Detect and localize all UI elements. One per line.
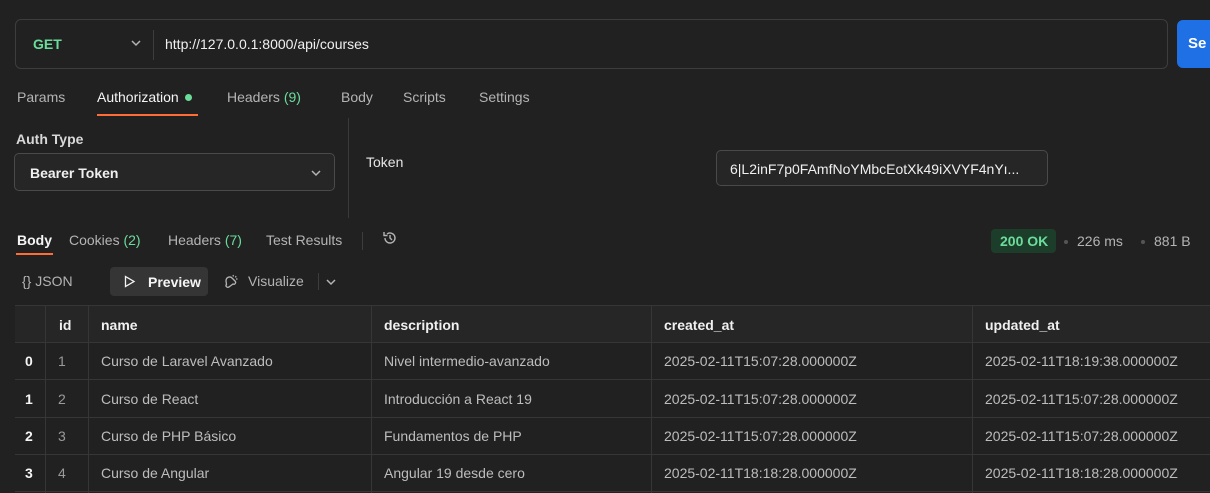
- response-size[interactable]: 881 B: [1154, 233, 1191, 249]
- column-header-updated-at: updated_at: [985, 317, 1060, 333]
- tab-headers[interactable]: Headers (9): [227, 89, 301, 105]
- table-row: 2 3 Curso de PHP Básico Fundamentos de P…: [15, 418, 1210, 455]
- tab-label: Headers: [168, 232, 221, 248]
- toolbar-divider: [318, 273, 319, 290]
- url-divider: [153, 30, 154, 60]
- url-input[interactable]: http://127.0.0.1:8000/api/courses: [165, 36, 369, 52]
- cell-created-at: 2025-02-11T18:18:28.000000Z: [664, 465, 857, 481]
- method-select[interactable]: GET: [33, 36, 62, 52]
- tab-label: Headers: [227, 89, 280, 105]
- tab-label: Authorization: [97, 89, 179, 105]
- cell-description: Fundamentos de PHP: [384, 428, 522, 444]
- auth-type-value: Bearer Token: [30, 165, 119, 181]
- cell-name: Curso de PHP Básico: [101, 428, 237, 444]
- tab-count: (7): [224, 232, 242, 248]
- response-time[interactable]: 226 ms: [1077, 233, 1123, 249]
- token-label: Token: [366, 154, 404, 170]
- row-index: 2: [25, 428, 33, 444]
- separator-dot: [1141, 240, 1145, 244]
- tab-count: (2): [123, 232, 141, 248]
- visualize-button[interactable]: Visualize: [248, 273, 304, 289]
- row-index: 0: [25, 353, 33, 369]
- cell-name: Curso de Laravel Avanzado: [101, 353, 273, 369]
- json-label: JSON: [35, 273, 73, 289]
- tab-response-headers[interactable]: Headers (7): [168, 232, 242, 248]
- json-format-button[interactable]: {} JSON: [22, 273, 73, 289]
- column-header-id: id: [59, 317, 72, 333]
- column-header-created-at: created_at: [664, 317, 735, 333]
- tab-label: Cookies: [69, 232, 120, 248]
- cell-id: 2: [58, 391, 66, 407]
- cell-updated-at: 2025-02-11T15:07:28.000000Z: [985, 428, 1178, 444]
- column-header-name: name: [101, 317, 138, 333]
- cell-description: Angular 19 desde cero: [384, 465, 525, 481]
- preview-button[interactable]: Preview: [110, 267, 208, 296]
- cell-created-at: 2025-02-11T15:07:28.000000Z: [664, 391, 857, 407]
- cell-updated-at: 2025-02-11T18:18:28.000000Z: [985, 465, 1178, 481]
- cell-created-at: 2025-02-11T15:07:28.000000Z: [664, 428, 857, 444]
- auth-type-label: Auth Type: [16, 131, 84, 147]
- tab-body[interactable]: Body: [341, 89, 373, 105]
- token-value: 6|L2inF7p0FAmfNoYMbcEotXk49iXVYF4nYı...: [730, 161, 1020, 177]
- table-row: 3 4 Curso de Angular Angular 19 desde ce…: [15, 455, 1210, 492]
- cell-name: Curso de Angular: [101, 465, 210, 481]
- active-tab-indicator: [16, 253, 53, 255]
- tab-cookies[interactable]: Cookies (2): [69, 232, 141, 248]
- tab-scripts[interactable]: Scripts: [403, 89, 446, 105]
- tab-authorization[interactable]: Authorization: [97, 89, 192, 105]
- table-row: 0 1 Curso de Laravel Avanzado Nivel inte…: [15, 343, 1210, 380]
- auth-type-select[interactable]: Bearer Token: [14, 153, 335, 191]
- cell-id: 3: [58, 428, 66, 444]
- chevron-down-icon[interactable]: [130, 37, 142, 49]
- url-bar: GET http://127.0.0.1:8000/api/courses: [15, 19, 1168, 69]
- visualize-icon[interactable]: [223, 273, 240, 290]
- table-header: id name description created_at updated_a…: [15, 305, 1210, 343]
- active-tab-indicator: [97, 114, 198, 116]
- preview-label: Preview: [148, 274, 201, 290]
- tab-divider: [362, 232, 363, 250]
- braces-icon: {}: [22, 273, 32, 289]
- tab-count: (9): [283, 89, 301, 105]
- tab-response-body[interactable]: Body: [17, 232, 52, 248]
- separator-dot: [1064, 240, 1068, 244]
- auth-divider: [348, 118, 349, 218]
- cell-created-at: 2025-02-11T15:07:28.000000Z: [664, 353, 857, 369]
- send-button[interactable]: Se: [1177, 20, 1210, 68]
- cell-name: Curso de React: [101, 391, 199, 407]
- token-input[interactable]: 6|L2inF7p0FAmfNoYMbcEotXk49iXVYF4nYı...: [716, 150, 1048, 186]
- chevron-down-icon[interactable]: [325, 276, 337, 288]
- cell-description: Nivel intermedio-avanzado: [384, 353, 550, 369]
- tab-settings[interactable]: Settings: [479, 89, 530, 105]
- row-index: 1: [25, 391, 33, 407]
- status-dot: [184, 93, 192, 101]
- tab-params[interactable]: Params: [17, 89, 65, 105]
- play-icon: [124, 275, 136, 288]
- chevron-down-icon: [311, 170, 321, 177]
- status-badge[interactable]: 200 OK: [991, 229, 1056, 253]
- column-header-description: description: [384, 317, 460, 333]
- row-index: 3: [25, 465, 33, 481]
- cell-description: Introducción a React 19: [384, 391, 532, 407]
- cell-id: 1: [58, 353, 66, 369]
- cell-updated-at: 2025-02-11T18:19:38.000000Z: [985, 353, 1178, 369]
- table-row: 1 2 Curso de React Introducción a React …: [15, 381, 1210, 418]
- cell-updated-at: 2025-02-11T15:07:28.000000Z: [985, 391, 1178, 407]
- history-icon[interactable]: [381, 229, 399, 247]
- cell-id: 4: [58, 465, 66, 481]
- tab-test-results[interactable]: Test Results: [266, 232, 342, 248]
